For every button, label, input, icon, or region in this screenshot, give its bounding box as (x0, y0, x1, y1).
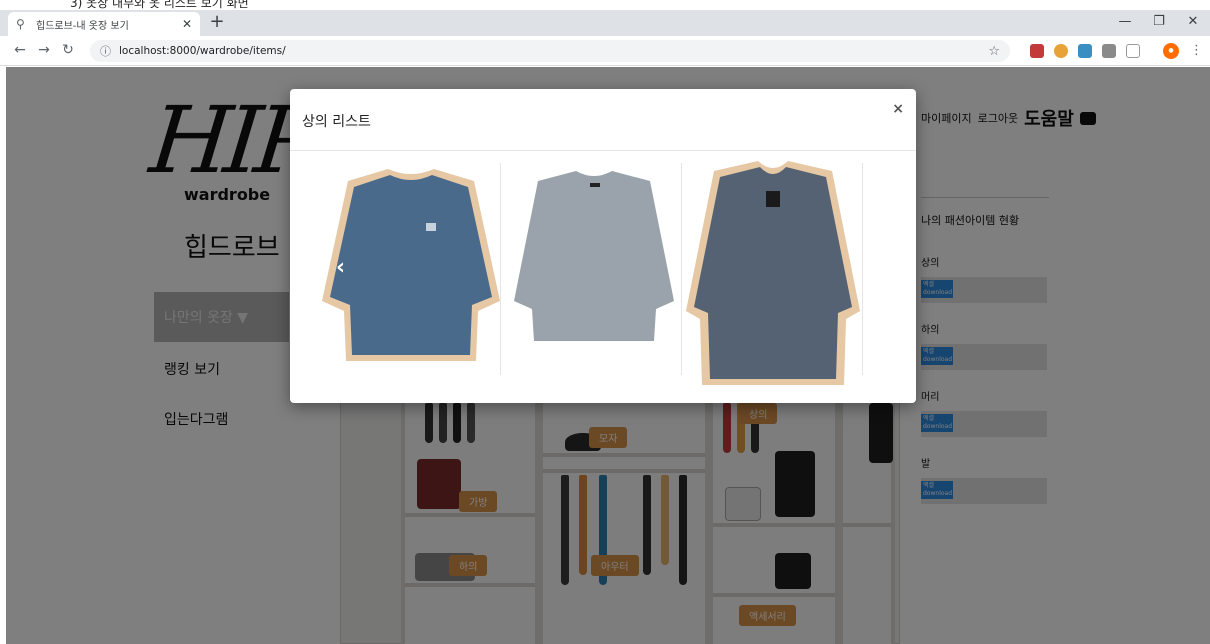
label-tag (590, 183, 600, 187)
tab-close-icon[interactable]: ✕ (182, 17, 192, 31)
hanger-icon: ⚲ (16, 17, 25, 31)
browser-tab[interactable]: ⚲ 힙드로브-내 옷장 보기 ✕ (8, 12, 200, 36)
modal-header: 상의 리스트 × (290, 89, 916, 151)
extension-icon[interactable] (1078, 44, 1092, 58)
maximize-button[interactable]: ❐ (1144, 14, 1174, 29)
carousel-item[interactable] (684, 161, 862, 391)
item-separator (862, 163, 863, 375)
clothing-carousel: ‹ (290, 151, 916, 403)
info-icon[interactable]: ⓘ (100, 43, 111, 59)
browser-toolbar: ← → ↻ ⓘ localhost:8000/wardrobe/items/ ☆… (0, 36, 1210, 66)
address-bar[interactable]: ⓘ localhost:8000/wardrobe/items/ ☆ (90, 40, 1010, 62)
carousel-item[interactable] (510, 161, 678, 373)
menu-kebab-icon[interactable]: ⋮ (1190, 43, 1203, 58)
camera-icon[interactable] (1102, 44, 1116, 58)
badge (426, 223, 436, 231)
forward-button[interactable]: → (34, 42, 54, 58)
top-list-modal: 상의 리스트 × ‹ (290, 89, 916, 403)
close-window-button[interactable]: ✕ (1178, 14, 1208, 29)
minimize-button[interactable]: — (1110, 14, 1140, 29)
profile-avatar[interactable]: ● (1163, 43, 1179, 59)
extension-icon[interactable] (1030, 44, 1044, 58)
document-caption: 3) 옷장 내부와 옷 리스트 보기 화면 (0, 0, 1210, 10)
close-icon[interactable]: × (892, 101, 904, 117)
item-separator (500, 163, 501, 375)
item-separator (681, 163, 682, 375)
extension-icon[interactable] (1126, 44, 1140, 58)
tab-strip: ⚲ 힙드로브-내 옷장 보기 ✕ + — ❐ ✕ (0, 10, 1210, 36)
back-button[interactable]: ← (10, 42, 30, 58)
web-page: HIP wardrobe 힙드로브 나만의 옷장 ▼ 랭킹 보기 입는다그램 마… (6, 67, 1210, 644)
label-tag (766, 191, 780, 207)
bookmark-star-icon[interactable]: ☆ (988, 44, 1000, 59)
carousel-prev-icon[interactable]: ‹ (336, 255, 356, 283)
extension-icon[interactable] (1054, 44, 1068, 58)
new-tab-button[interactable]: + (206, 12, 228, 34)
sweatshirt-grey (514, 171, 674, 341)
tab-title: 힙드로브-내 옷장 보기 (36, 20, 129, 32)
reload-button[interactable]: ↻ (58, 42, 78, 58)
url-text: localhost:8000/wardrobe/items/ (119, 45, 286, 57)
modal-title: 상의 리스트 (302, 114, 371, 130)
